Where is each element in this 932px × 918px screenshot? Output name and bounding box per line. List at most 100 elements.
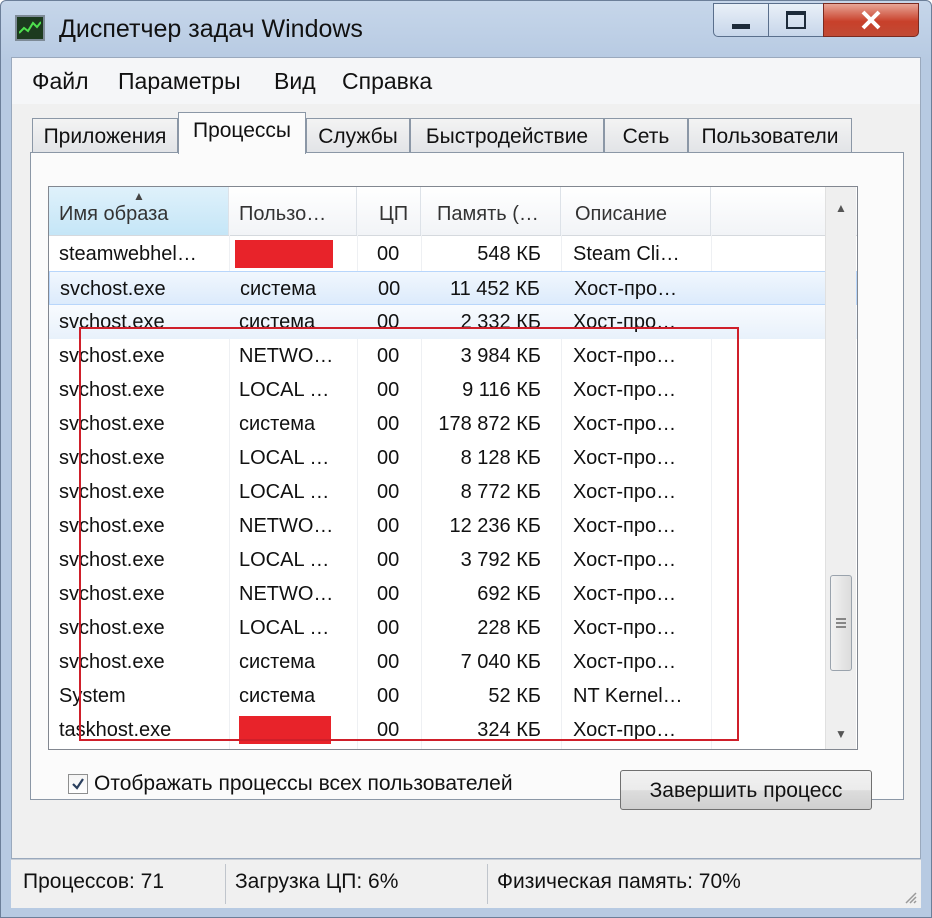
tab-applications[interactable]: Приложения (32, 118, 178, 152)
process-description: Хост-про… (573, 549, 677, 571)
show-all-checkbox[interactable] (68, 774, 88, 794)
process-description: Хост-про… (573, 311, 677, 333)
title-bar[interactable]: Диспетчер задач Windows (1, 1, 931, 53)
process-name: svchost.exe (59, 311, 165, 333)
process-row[interactable]: svchost.exe LOCAL … 00 8 772 КБ Хост-про… (49, 475, 857, 509)
task-manager-window: Диспетчер задач Windows Файл Параметры В… (0, 0, 932, 918)
process-row[interactable]: svchost.exe LOCAL … 00 3 792 КБ Хост-про… (49, 543, 857, 577)
redacted-user (239, 716, 331, 744)
process-memory: 7 040 КБ (460, 651, 541, 673)
process-description: Хост-про… (574, 278, 678, 300)
minimize-icon (732, 23, 750, 29)
process-name: steamwebhel… (59, 243, 197, 265)
process-memory: 11 452 КБ (449, 278, 540, 300)
show-all-processes[interactable]: Отображать процессы всех пользователей (68, 772, 513, 796)
process-name: svchost.exe (59, 345, 165, 367)
process-list[interactable]: ▲ Имя образа Пользо… ЦП Память (… Описан… (48, 186, 858, 750)
process-row[interactable]: svchost.exe система 00 178 872 КБ Хост-про… (49, 407, 857, 441)
tab-services[interactable]: Службы (306, 118, 410, 152)
process-cpu: 00 (377, 583, 400, 605)
process-row[interactable]: svchost.exe LOCAL … 00 8 128 КБ Хост-про… (49, 441, 857, 475)
process-cpu: 00 (378, 278, 401, 300)
process-description: Хост-про… (573, 651, 677, 673)
close-button[interactable] (823, 3, 919, 37)
process-user: NETWO… (239, 515, 334, 537)
column-memory[interactable]: Память (… (421, 187, 561, 235)
process-row[interactable]: svchost.exe NETWO… 00 3 984 КБ Хост-про… (49, 339, 857, 373)
process-name: svchost.exe (59, 481, 165, 503)
maximize-icon (786, 11, 806, 29)
process-name: svchost.exe (59, 515, 165, 537)
process-cpu: 00 (377, 345, 400, 367)
process-description: NT Kernel… (573, 685, 683, 707)
process-row[interactable]: svchost.exe система 00 11 452 КБ Хост-про… (49, 271, 857, 305)
process-name: svchost.exe (60, 278, 166, 300)
process-memory: 228 КБ (477, 617, 541, 639)
process-user: LOCAL … (239, 617, 330, 639)
scroll-up-icon[interactable]: ▲ (826, 193, 856, 223)
menu-bar: Файл Параметры Вид Справка (12, 58, 920, 104)
resize-grip-icon[interactable] (903, 890, 917, 904)
process-memory: 178 872 КБ (438, 413, 541, 435)
process-row[interactable]: svchost.exe NETWO… 00 692 КБ Хост-про… (49, 577, 857, 611)
process-name: svchost.exe (59, 447, 165, 469)
process-row[interactable]: steamwebhel… 00 548 КБ Steam Cli… (49, 237, 857, 271)
process-description: Хост-про… (573, 719, 677, 741)
process-row[interactable]: taskhost.exe 00 324 КБ Хост-про… (49, 713, 857, 747)
process-cpu: 00 (377, 311, 400, 333)
vertical-scrollbar[interactable]: ▲ ▼ (825, 187, 856, 749)
process-name: svchost.exe (59, 583, 165, 605)
process-row[interactable]: svchost.exe NETWO… 00 12 236 КБ Хост-про… (49, 509, 857, 543)
process-memory: 2 332 КБ (460, 311, 541, 333)
process-memory: 324 КБ (477, 719, 541, 741)
process-description: Хост-про… (573, 447, 677, 469)
process-description: Steam Cli… (573, 243, 680, 265)
status-bar: Процессов: 71 Загрузка ЦП: 6% Физическая… (11, 859, 921, 908)
process-row[interactable]: svchost.exe LOCAL … 00 228 КБ Хост-про… (49, 611, 857, 645)
menu-options[interactable]: Параметры (118, 68, 241, 95)
menu-file[interactable]: Файл (32, 68, 89, 95)
status-divider (487, 864, 488, 904)
menu-help[interactable]: Справка (342, 68, 432, 95)
process-description: Хост-про… (573, 583, 677, 605)
show-all-label: Отображать процессы всех пользователей (94, 772, 513, 795)
process-cpu: 00 (377, 719, 400, 741)
process-memory: 692 КБ (477, 583, 541, 605)
minimize-button[interactable] (713, 3, 769, 37)
process-memory: 548 КБ (477, 243, 541, 265)
process-row[interactable]: svchost.exe LOCAL … 00 9 116 КБ Хост-про… (49, 373, 857, 407)
task-manager-icon (15, 15, 45, 41)
column-cpu[interactable]: ЦП (357, 187, 421, 235)
status-processes: Процессов: 71 (23, 870, 165, 893)
process-name: svchost.exe (59, 617, 165, 639)
process-cpu: 00 (377, 413, 400, 435)
end-process-button[interactable]: Завершить процесс (620, 770, 872, 810)
window-title: Диспетчер задач Windows (59, 15, 363, 43)
process-row[interactable]: svchost.exe система 00 7 040 КБ Хост-про… (49, 645, 857, 679)
list-header: ▲ Имя образа Пользо… ЦП Память (… Описан… (49, 187, 857, 236)
process-memory: 8 128 КБ (460, 447, 541, 469)
process-cpu: 00 (377, 243, 400, 265)
process-memory: 12 236 КБ (449, 515, 541, 537)
process-row[interactable]: System система 00 52 КБ NT Kernel… (49, 679, 857, 713)
process-row[interactable]: svchost.exe система 00 2 332 КБ Хост-про… (49, 305, 857, 339)
grip-icon (836, 618, 846, 628)
process-memory: 3 984 КБ (460, 345, 541, 367)
process-user: система (239, 413, 316, 435)
maximize-button[interactable] (768, 3, 824, 37)
menu-view[interactable]: Вид (274, 68, 316, 95)
process-name: svchost.exe (59, 413, 165, 435)
tab-users[interactable]: Пользователи (688, 118, 852, 152)
column-user[interactable]: Пользо… (229, 187, 357, 235)
column-description[interactable]: Описание (561, 187, 711, 235)
tab-performance[interactable]: Быстродействие (410, 118, 604, 152)
tab-networking[interactable]: Сеть (604, 118, 688, 152)
scroll-thumb[interactable] (830, 575, 852, 671)
column-image-name[interactable]: ▲ Имя образа (49, 187, 229, 235)
redacted-user (235, 240, 333, 268)
tab-processes[interactable]: Процессы (178, 112, 306, 154)
process-cpu: 00 (377, 549, 400, 571)
scroll-down-icon[interactable]: ▼ (826, 719, 856, 749)
status-cpu: Загрузка ЦП: 6% (235, 870, 399, 893)
process-name: taskhost.exe (59, 719, 172, 741)
